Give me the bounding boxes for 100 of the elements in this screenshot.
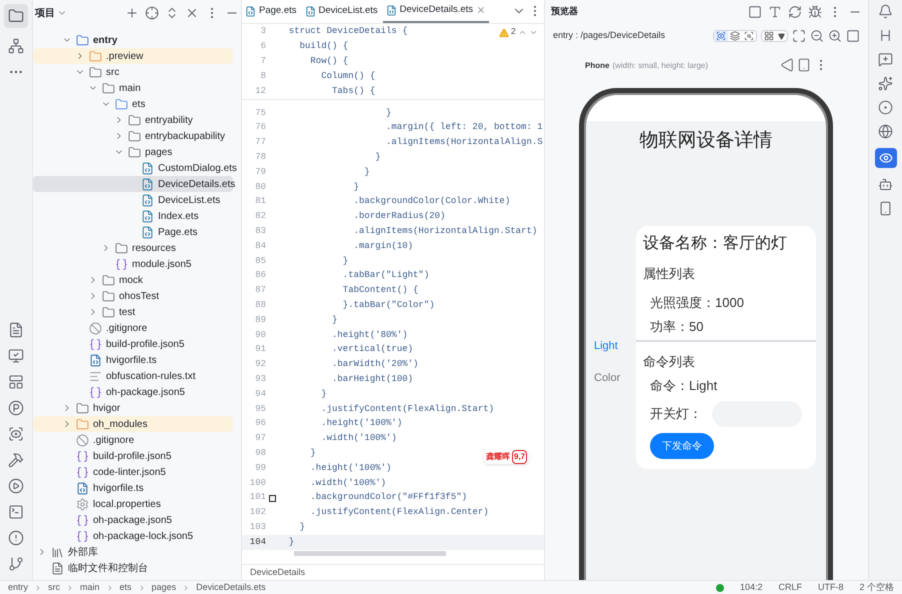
- editor-tab[interactable]: Page.ets: [242, 0, 300, 23]
- code-line: .vertical(true): [331, 343, 414, 356]
- tree-item[interactable]: src: [33, 64, 233, 80]
- tree-item[interactable]: .preview: [33, 48, 233, 64]
- code-line: .height('100%'): [320, 417, 402, 430]
- tree-item[interactable]: local.properties: [33, 496, 233, 512]
- section-heading: 属性列表: [642, 264, 696, 282]
- line-number: 97: [254, 432, 266, 446]
- tree-item-label: src: [106, 66, 120, 80]
- code-line: }: [352, 180, 360, 194]
- code-line: }: [331, 314, 338, 327]
- tree-item[interactable]: 外部库: [33, 544, 241, 560]
- line-number: 84: [254, 240, 266, 253]
- status-item[interactable]: 2 个空格: [859, 580, 894, 594]
- tree-item[interactable]: resources: [33, 240, 233, 256]
- code-line: .tabBar("Light"): [342, 269, 430, 282]
- code-line: }: [288, 536, 294, 549]
- line-number: 82: [254, 210, 266, 224]
- tree-item[interactable]: hvigorfile.ts: [33, 352, 233, 368]
- tree-item[interactable]: .gitignore: [33, 320, 233, 336]
- tree-item-label: oh-package.json5: [93, 514, 172, 528]
- tree-item[interactable]: Index.ets: [33, 208, 233, 224]
- line-number: 93: [254, 372, 266, 386]
- tree-item[interactable]: 临时文件和控制台: [33, 560, 241, 576]
- line-number: 6: [260, 40, 266, 53]
- code-line: .margin({ left: 20, bottom: 1: [385, 121, 543, 134]
- status-item[interactable]: CRLF: [778, 580, 802, 594]
- line-number: 87: [254, 284, 266, 298]
- line-number: 3: [260, 24, 266, 38]
- code-line: .justifyContent(FlexAlign.Start): [320, 402, 494, 416]
- status-item[interactable]: 104:2: [740, 580, 762, 594]
- code-line: }: [309, 446, 316, 460]
- tree-item[interactable]: entry: [33, 32, 233, 48]
- code-line: }: [342, 254, 348, 268]
- code-line: .backgroundColor(Color.White): [352, 195, 510, 208]
- path-segment[interactable]: DeviceDetails.ets: [196, 580, 266, 594]
- tree-item[interactable]: .gitignore: [33, 432, 233, 448]
- path-segment[interactable]: pages: [152, 580, 176, 594]
- code-line: Tabs() {: [331, 84, 376, 98]
- collaborator-position: 9,7: [512, 450, 528, 464]
- tree-item[interactable]: code-linter.json5: [33, 464, 233, 480]
- editor-tab[interactable]: DeviceDetails.ets: [382, 0, 490, 23]
- vertical-tab[interactable]: Light: [594, 338, 636, 354]
- tree-item[interactable]: build-profile.json5: [33, 448, 233, 464]
- tree-item[interactable]: entrybackupability: [33, 128, 233, 144]
- section-heading: 命令列表: [642, 353, 696, 371]
- tree-item[interactable]: main: [33, 80, 233, 96]
- device-spec: (width: small, height: large): [612, 60, 708, 72]
- line-number: 98: [254, 446, 266, 460]
- tree-item-label: oh-package-lock.json5: [93, 530, 194, 544]
- tree-item[interactable]: test: [33, 304, 233, 320]
- code-breadcrumb[interactable]: DeviceDetails: [250, 566, 306, 580]
- tree-item[interactable]: DeviceDetails.ets: [33, 176, 233, 192]
- tree-item[interactable]: mock: [33, 272, 233, 288]
- send-command-button[interactable]: 下发命令: [650, 433, 714, 459]
- tree-item[interactable]: obfuscation-rules.txt: [33, 368, 233, 384]
- tree-item-label: .gitignore: [93, 434, 134, 448]
- tree-item[interactable]: pages: [33, 144, 233, 160]
- line-number: 80: [254, 180, 266, 194]
- tree-item[interactable]: entryability: [33, 112, 233, 128]
- status-item[interactable]: UTF-8: [818, 580, 844, 594]
- tree-item-label: entrybackupability: [145, 130, 226, 144]
- tree-item[interactable]: oh-package-lock.json5: [33, 528, 233, 544]
- panel-title: 预览器: [551, 5, 578, 18]
- code-line: Row() {: [309, 54, 348, 68]
- line-number: 91: [254, 343, 266, 356]
- code-line: .height('80%'): [331, 328, 408, 342]
- warning-indicator[interactable]: 2: [498, 26, 538, 40]
- tree-item-label: entry: [93, 34, 118, 48]
- line-number: 89: [254, 314, 266, 327]
- tree-item[interactable]: ets: [33, 96, 233, 112]
- tree-item-label: test: [119, 306, 136, 320]
- tree-item[interactable]: oh-package.json5: [33, 512, 233, 528]
- vertical-tab[interactable]: Color: [594, 370, 636, 387]
- tree-item[interactable]: ohosTest: [33, 288, 233, 304]
- line-number: 7: [260, 54, 266, 68]
- tree-item-label: obfuscation-rules.txt: [106, 370, 196, 384]
- tree-item[interactable]: oh_modules: [33, 416, 233, 432]
- code-line: .borderRadius(20): [352, 210, 446, 224]
- tree-item-label: code-linter.json5: [93, 466, 166, 480]
- path-segment[interactable]: src: [48, 580, 60, 594]
- tree-item[interactable]: oh-package.json5: [33, 384, 233, 400]
- line-number: 75: [254, 106, 266, 120]
- project-view-dropdown[interactable]: 项目: [35, 6, 67, 20]
- tree-item[interactable]: module.json5: [33, 256, 233, 272]
- line-number: 8: [260, 70, 266, 83]
- tree-item[interactable]: hvigor: [33, 400, 233, 416]
- tree-item[interactable]: build-profile.json5: [33, 336, 233, 352]
- editor-tab[interactable]: DeviceList.ets: [302, 0, 381, 23]
- tree-item-label: Index.ets: [158, 210, 199, 224]
- tree-item[interactable]: Page.ets: [33, 224, 233, 240]
- path-segment[interactable]: ets: [120, 580, 132, 594]
- tree-item[interactable]: hvigorfile.ts: [33, 480, 233, 496]
- tree-item-label: local.properties: [93, 498, 161, 512]
- tree-item-label: module.json5: [132, 258, 192, 272]
- code-line: .barHeight(100): [331, 372, 414, 386]
- path-segment[interactable]: entry: [8, 580, 28, 594]
- path-segment[interactable]: main: [80, 580, 100, 594]
- tree-item[interactable]: DeviceList.ets: [33, 192, 233, 208]
- code-line: .alignItems(HorizontalAlign.S: [385, 136, 543, 150]
